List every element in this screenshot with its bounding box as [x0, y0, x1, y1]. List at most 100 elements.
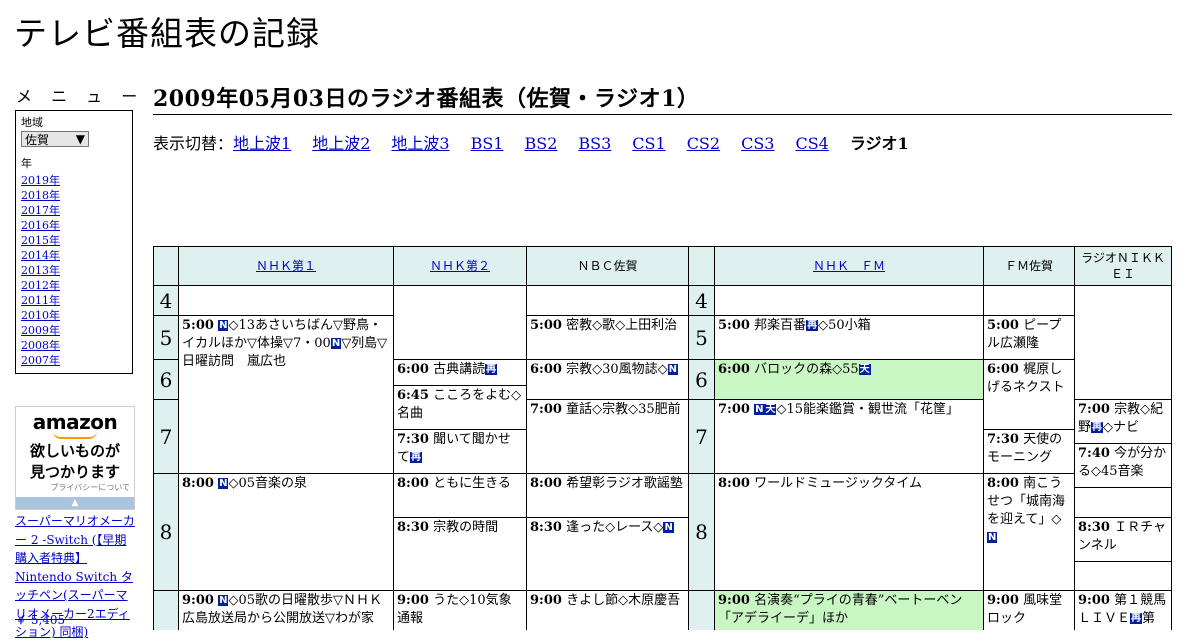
program-cell[interactable]: 7:00 N 天◇15能楽鑑賞・観世流「花筐」: [714, 399, 984, 474]
news-badge-icon: N: [987, 532, 998, 543]
program-cell[interactable]: 9:00 第１競馬ＬＩＶＥ再第２: [1074, 590, 1172, 630]
program-cell[interactable]: 8:30 宗教の時間: [393, 517, 527, 591]
hour-7: 7: [153, 399, 179, 474]
caret-up-icon: ▲: [71, 498, 79, 508]
channel-switch-label: 表示切替：: [153, 134, 234, 153]
stereo-badge-icon: 再: [806, 320, 819, 331]
product-price: ￥ 5,405: [15, 613, 66, 627]
year-link-2011[interactable]: 2011年: [21, 293, 132, 308]
year-link-2012[interactable]: 2012年: [21, 278, 132, 293]
channel-link-nhk2[interactable]: ＮＨＫ第２: [430, 258, 490, 274]
program-cell[interactable]: 8:00 南こうせつ「城南海を迎えて」◇N: [983, 473, 1075, 591]
program-cell[interactable]: 8:00 ともに生きる: [393, 473, 527, 518]
switch-link-bs1[interactable]: BS1: [471, 134, 504, 153]
page-heading: 2009年05月03日のラジオ番組表（佐賀・ラジオ1）: [153, 84, 1172, 115]
program-cell-highlight[interactable]: 9:00 名演奏“プライの青春”ベートーベン「アデライーデ」ほか: [714, 590, 984, 630]
region-label: 地域: [21, 116, 43, 129]
channel-link-nhkfm[interactable]: ＮＨＫ ＦＭ: [813, 258, 885, 274]
amazon-ad[interactable]: amazon 欲しいものが 見つかります プライバシーについて ▲: [15, 406, 135, 510]
channel-header-fmsaga: ＦＭ佐賀: [983, 246, 1075, 286]
stereo-badge-icon: 再: [1130, 613, 1143, 624]
switch-link-terrestrial2[interactable]: 地上波2: [312, 134, 370, 153]
hour-9: [153, 590, 179, 630]
news-badge-icon: N: [218, 320, 229, 331]
program-cell[interactable]: 5:00 N◇13あさいちばん▽野鳥・イカルほか▽体操▽7・00N▽列島▽日曜訪…: [178, 315, 394, 474]
switch-link-cs4[interactable]: CS4: [795, 134, 828, 153]
year-link-2010[interactable]: 2010年: [21, 308, 132, 323]
hour-6-fm: 6: [688, 359, 715, 400]
site-title: テレビ番組表の記録: [14, 14, 320, 53]
program-cell[interactable]: 8:30 逢った◇レース◇N: [526, 517, 689, 591]
program-empty: [1074, 487, 1172, 518]
program-cell[interactable]: 9:00 N◇05歌の日曜散歩▽ＮＨＫ広島放送局から公開放送▽わが家: [178, 590, 394, 630]
year-link-2014[interactable]: 2014年: [21, 248, 132, 263]
program-empty: [526, 285, 689, 316]
program-grid: ＮＨＫ第１ ＮＨＫ第２ ＮＢＣ佐賀 ＮＨＫ ＦＭ ＦＭ佐賀 ラジオＮＩＫＫＥＩ …: [153, 246, 1172, 630]
program-cell[interactable]: 7:00 童話◇宗教◇35肥前: [526, 399, 689, 474]
channel-link-nhk1[interactable]: ＮＨＫ第１: [256, 258, 316, 274]
program-cell[interactable]: 7:30 天使のモーニング: [983, 429, 1075, 474]
program-cell[interactable]: 9:00 きよし節◇木原慶吾: [526, 590, 689, 630]
switch-link-bs2[interactable]: BS2: [524, 134, 557, 153]
year-link-2016[interactable]: 2016年: [21, 218, 132, 233]
switch-link-terrestrial3[interactable]: 地上波3: [391, 134, 449, 153]
news-badge-icon: N: [218, 595, 229, 606]
year-link-2017[interactable]: 2017年: [21, 203, 132, 218]
switch-link-cs2[interactable]: CS2: [687, 134, 720, 153]
program-cell[interactable]: 6:00 梶原しげるネクスト: [983, 359, 1075, 430]
year-link-2007[interactable]: 2007年: [21, 353, 132, 368]
ad-text-line1: 欲しいものが: [29, 442, 120, 460]
program-cell[interactable]: 7:00 宗教◇紀野再◇ナビ: [1074, 399, 1172, 444]
program-empty: [983, 285, 1075, 316]
switch-link-terrestrial1[interactable]: 地上波1: [233, 134, 291, 153]
corner-cell-fm: [688, 246, 715, 286]
region-select[interactable]: 佐賀 ▼: [21, 131, 89, 147]
year-link-2018[interactable]: 2018年: [21, 188, 132, 203]
switch-link-cs1[interactable]: CS1: [632, 134, 665, 153]
ad-privacy-link[interactable]: プライバシーについて: [16, 483, 134, 493]
program-cell[interactable]: 8:30 ＩＲチャンネル: [1074, 517, 1172, 562]
amazon-logo: amazon: [32, 410, 118, 434]
program-empty: [178, 285, 394, 316]
year-link-2008[interactable]: 2008年: [21, 338, 132, 353]
hour-5: 5: [153, 315, 179, 360]
program-empty: [1074, 561, 1172, 591]
program-cell[interactable]: 7:40 今が分かる◇45音楽: [1074, 443, 1172, 488]
program-cell[interactable]: 5:00 邦楽百番再◇50小箱: [714, 315, 984, 360]
program-cell-highlight[interactable]: 6:00 バロックの森◇55天: [714, 359, 984, 400]
channel-header-nikkei: ラジオＮＩＫＫＥＩ: [1074, 246, 1172, 286]
year-link-2019[interactable]: 2019年: [21, 173, 132, 188]
channel-header-nhk1: ＮＨＫ第１: [178, 246, 394, 286]
year-link-2013[interactable]: 2013年: [21, 263, 132, 278]
hour-5-fm: 5: [688, 315, 715, 360]
hour-8: 8: [153, 473, 179, 591]
switch-link-bs3[interactable]: BS3: [578, 134, 611, 153]
ad-bar[interactable]: ▲: [16, 497, 134, 509]
menu-box: 地域 佐賀 ▼ 年 2019年 2018年 2017年 2016年 2015年 …: [15, 110, 133, 374]
menu-heading: メ ニ ュ ー: [16, 87, 145, 106]
channel-header-nhk2: ＮＨＫ第２: [393, 246, 527, 286]
hour-7-fm: 7: [688, 399, 715, 474]
program-cell[interactable]: 9:00 うた◇10気象通報: [393, 590, 527, 630]
hour-9-fm: [688, 590, 715, 630]
program-cell[interactable]: 8:00 N◇05音楽の泉: [178, 473, 394, 591]
program-empty: [393, 285, 527, 360]
switch-link-cs3[interactable]: CS3: [741, 134, 774, 153]
year-link-2009[interactable]: 2009年: [21, 323, 132, 338]
program-cell[interactable]: 8:00 ワールドミュージックタイム: [714, 473, 984, 591]
program-cell[interactable]: 6:00 古典講読再: [393, 359, 527, 386]
program-cell[interactable]: 5:00 密教◇歌◇上田利治: [526, 315, 689, 360]
program-cell[interactable]: 6:00 宗教◇30風物誌◇N: [526, 359, 689, 400]
dropdown-arrow-icon: ▼: [75, 132, 85, 146]
program-cell[interactable]: 5:00 ピープル広瀬隆: [983, 315, 1075, 360]
program-cell[interactable]: 6:45 こころをよむ◇名曲: [393, 385, 527, 430]
program-cell[interactable]: 8:00 希望彰ラジオ歌謡塾: [526, 473, 689, 518]
hour-6: 6: [153, 359, 179, 400]
program-empty: [1074, 285, 1172, 400]
stereo-badge-icon: 再: [1091, 422, 1104, 433]
program-cell[interactable]: 9:00 風味堂ロック: [983, 590, 1075, 630]
channel-header-nhkfm: ＮＨＫ ＦＭ: [714, 246, 984, 286]
news-badge-icon: N: [754, 404, 765, 415]
program-cell[interactable]: 7:30 聞いて聞かせて再: [393, 429, 527, 474]
year-link-2015[interactable]: 2015年: [21, 233, 132, 248]
